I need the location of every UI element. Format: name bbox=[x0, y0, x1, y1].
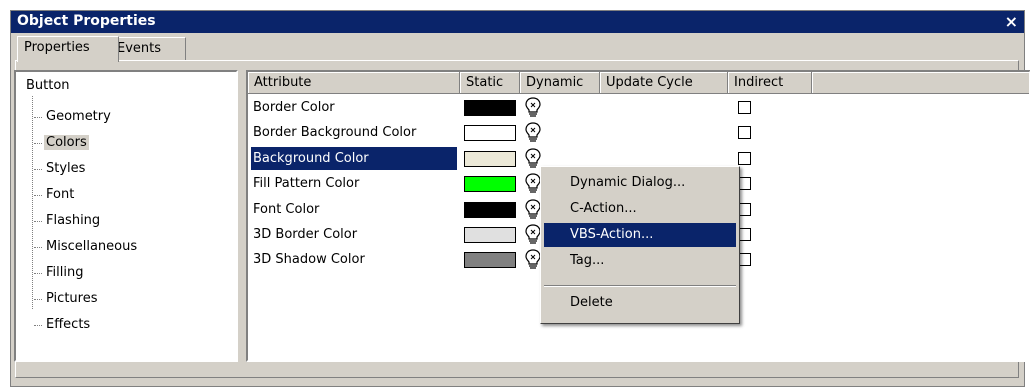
attribute-name-cell[interactable]: Background Color bbox=[251, 146, 457, 170]
tree-item-label: Colors bbox=[44, 135, 89, 150]
menu-item-c-action[interactable]: C-Action... bbox=[544, 197, 736, 221]
tree-item-label: Miscellaneous bbox=[46, 239, 138, 254]
column-header-label: Indirect bbox=[734, 75, 784, 90]
dynamic-lightbulb-icon[interactable] bbox=[524, 96, 542, 118]
column-header-label: Static bbox=[466, 75, 504, 90]
tree-item-label: Geometry bbox=[46, 109, 111, 124]
tree-item-miscellaneous[interactable]: Miscellaneous bbox=[34, 238, 139, 256]
menu-item-vbs-action[interactable]: VBS-Action... bbox=[544, 223, 736, 247]
tree-item-effects[interactable]: Effects bbox=[34, 316, 92, 334]
tree-item-pictures[interactable]: Pictures bbox=[34, 290, 99, 308]
tab-properties-label: Properties bbox=[24, 40, 90, 55]
static-color-swatch[interactable] bbox=[464, 100, 516, 116]
close-icon[interactable]: × bbox=[1005, 12, 1018, 31]
indirect-checkbox[interactable] bbox=[738, 126, 751, 140]
tree-item-label: Font bbox=[46, 187, 75, 202]
tree-item-filling[interactable]: Filling bbox=[34, 264, 85, 282]
tab-properties[interactable]: Properties bbox=[17, 36, 119, 62]
indirect-checkbox[interactable] bbox=[738, 151, 751, 165]
tree-item-font[interactable]: Font bbox=[34, 186, 76, 204]
menu-item-delete[interactable]: Delete bbox=[544, 291, 736, 315]
tree-item-label: Effects bbox=[46, 317, 91, 332]
column-header-indirect[interactable]: Indirect bbox=[728, 72, 812, 94]
static-color-swatch[interactable] bbox=[464, 201, 516, 218]
dynamic-lightbulb-icon[interactable] bbox=[524, 121, 542, 143]
column-header-label: Attribute bbox=[254, 75, 312, 90]
attribute-name-cell[interactable]: Fill Pattern Color bbox=[251, 172, 457, 195]
indirect-checkbox[interactable] bbox=[738, 101, 751, 114]
column-header-label: Dynamic bbox=[526, 75, 584, 90]
tree-item-label: Styles bbox=[46, 161, 86, 176]
context-menu: Dynamic Dialog... C-Action... VBS-Action… bbox=[540, 166, 740, 324]
attribute-name-cell[interactable]: Border Color bbox=[251, 96, 457, 119]
tree-item-label: Pictures bbox=[46, 291, 98, 306]
attribute-name-cell[interactable]: 3D Shadow Color bbox=[251, 248, 457, 271]
attribute-name-cell[interactable]: 3D Border Color bbox=[251, 223, 457, 246]
tree-item-colors[interactable]: Colors bbox=[34, 134, 89, 152]
object-tree[interactable]: Button Geometry Colors Styles Font Flash… bbox=[14, 70, 238, 362]
tab-events[interactable]: Events bbox=[110, 37, 186, 60]
tree-item-geometry[interactable]: Geometry bbox=[34, 108, 113, 126]
column-header-attribute[interactable]: Attribute bbox=[248, 72, 460, 94]
tree-item-styles[interactable]: Styles bbox=[34, 160, 87, 178]
column-header-filler bbox=[812, 72, 1029, 94]
menu-separator bbox=[544, 285, 736, 287]
tree-root-button[interactable]: Button bbox=[26, 78, 70, 93]
menu-item-tag[interactable]: Tag... bbox=[544, 249, 736, 273]
static-color-swatch[interactable] bbox=[464, 125, 516, 142]
static-color-swatch[interactable] bbox=[464, 252, 516, 269]
tree-item-label: Flashing bbox=[46, 213, 101, 228]
menu-item-dynamic-dialog[interactable]: Dynamic Dialog... bbox=[544, 171, 736, 195]
static-color-swatch[interactable] bbox=[464, 176, 516, 193]
attribute-name-cell[interactable]: Font Color bbox=[251, 198, 457, 221]
column-header-static[interactable]: Static bbox=[460, 72, 520, 94]
column-header-dynamic[interactable]: Dynamic bbox=[520, 72, 600, 94]
tree-item-label: Filling bbox=[46, 265, 84, 280]
window-title: Object Properties bbox=[17, 13, 156, 29]
attribute-name-cell[interactable]: Border Background Color bbox=[251, 121, 457, 144]
table-row[interactable]: Border Background Color bbox=[248, 121, 1028, 146]
title-bar[interactable]: Object Properties × bbox=[11, 11, 1024, 33]
column-header-label: Update Cycle bbox=[606, 75, 693, 90]
table-row[interactable]: Border Color bbox=[248, 96, 1028, 121]
tab-events-label: Events bbox=[117, 41, 162, 56]
tree-item-flashing[interactable]: Flashing bbox=[34, 212, 102, 230]
static-color-swatch[interactable] bbox=[464, 150, 516, 167]
column-header-update-cycle[interactable]: Update Cycle bbox=[600, 72, 728, 94]
static-color-swatch[interactable] bbox=[464, 227, 516, 243]
